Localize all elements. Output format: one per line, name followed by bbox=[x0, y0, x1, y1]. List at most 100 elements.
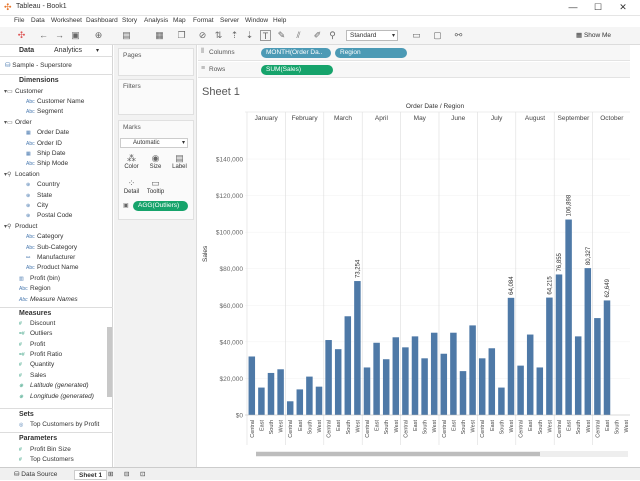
region-tick-label: Central bbox=[557, 420, 563, 438]
month-header: June bbox=[451, 115, 465, 122]
region-tick-label: Central bbox=[442, 420, 448, 438]
y-tick-label: $140,000 bbox=[216, 157, 243, 164]
bar bbox=[574, 336, 582, 415]
region-tick-label: East bbox=[413, 420, 419, 431]
bar bbox=[411, 336, 419, 415]
bar bbox=[517, 365, 524, 415]
region-tick-label: South bbox=[499, 420, 505, 434]
month-header: September bbox=[558, 115, 591, 122]
month-header: February bbox=[292, 115, 319, 122]
y-tick-label: $40,000 bbox=[220, 339, 244, 346]
region-tick-label: West bbox=[432, 420, 438, 433]
y-tick-label: $20,000 bbox=[220, 376, 244, 383]
region-tick-label: East bbox=[490, 420, 496, 431]
bar bbox=[469, 325, 476, 415]
y-tick-label: $100,000 bbox=[216, 230, 243, 237]
month-header: April bbox=[375, 115, 389, 122]
bar bbox=[373, 342, 380, 415]
data-label: 76,855 bbox=[557, 252, 563, 271]
region-tick-label: South bbox=[461, 420, 467, 434]
region-tick-label: Central bbox=[288, 420, 294, 438]
region-tick-label: South bbox=[307, 420, 313, 434]
bar bbox=[594, 318, 601, 415]
bar bbox=[488, 348, 496, 415]
data-label: 106,898 bbox=[567, 194, 573, 216]
bar bbox=[296, 389, 304, 415]
bar bbox=[536, 367, 544, 415]
bar bbox=[402, 347, 409, 415]
region-tick-label: South bbox=[423, 420, 429, 434]
region-tick-label: Central bbox=[327, 420, 333, 438]
region-tick-label: East bbox=[298, 420, 304, 431]
region-tick-label: Central bbox=[519, 420, 525, 438]
region-tick-label: Central bbox=[365, 420, 371, 438]
data-label: 64,084 bbox=[509, 276, 515, 295]
region-tick-label: East bbox=[605, 420, 611, 431]
bar bbox=[344, 316, 352, 415]
bar bbox=[392, 337, 400, 415]
bar bbox=[440, 353, 448, 415]
bar bbox=[325, 340, 332, 415]
region-tick-label: East bbox=[451, 420, 457, 431]
new-sheet-icon[interactable]: ⊞ bbox=[104, 470, 117, 480]
region-tick-label: East bbox=[375, 420, 381, 431]
region-tick-label: South bbox=[538, 420, 544, 434]
y-tick-label: $120,000 bbox=[216, 193, 243, 200]
new-story-icon[interactable]: ⊡ bbox=[136, 470, 149, 480]
region-tick-label: Central bbox=[250, 420, 256, 438]
region-tick-label: West bbox=[509, 420, 515, 433]
status-bar: ⛁ Data Source Sheet 1 ⊞ ⊟ ⊡ bbox=[0, 467, 640, 480]
y-tick-label: $60,000 bbox=[220, 303, 244, 310]
bar bbox=[430, 332, 438, 415]
month-header: March bbox=[334, 115, 352, 122]
bar bbox=[382, 359, 390, 415]
region-tick-label: East bbox=[259, 420, 265, 431]
region-tick-label: East bbox=[567, 420, 573, 431]
bar bbox=[555, 274, 563, 415]
region-tick-label: West bbox=[394, 420, 400, 433]
data-label: 64,215 bbox=[547, 276, 553, 295]
bar bbox=[498, 387, 505, 415]
bar bbox=[450, 332, 457, 415]
bar bbox=[603, 300, 611, 415]
region-tick-label: West bbox=[355, 420, 361, 433]
region-tick-label: West bbox=[471, 420, 477, 433]
region-tick-label: West bbox=[317, 420, 323, 433]
region-tick-label: South bbox=[384, 420, 390, 434]
region-tick-label: West bbox=[624, 420, 630, 433]
month-header: October bbox=[600, 115, 624, 122]
region-tick-label: South bbox=[615, 420, 621, 434]
region-tick-label: Central bbox=[595, 420, 601, 438]
month-header: May bbox=[414, 115, 427, 122]
bar bbox=[315, 386, 323, 415]
bar bbox=[248, 356, 256, 415]
data-label: 73,254 bbox=[355, 259, 361, 278]
bar-chart: $140,000 $120,000 $100,000 $80,000 $60,000 $4… bbox=[216, 111, 630, 445]
region-tick-label: East bbox=[528, 420, 534, 431]
bar bbox=[334, 349, 342, 415]
month-header: January bbox=[255, 115, 279, 122]
bar bbox=[363, 367, 371, 415]
bar bbox=[546, 297, 553, 415]
bar bbox=[277, 369, 284, 415]
data-label: 80,327 bbox=[586, 246, 592, 265]
bar bbox=[584, 268, 592, 415]
tab-data-source[interactable]: ⛁ Data Source bbox=[10, 470, 61, 480]
region-tick-label: Central bbox=[480, 420, 486, 438]
bar bbox=[421, 358, 428, 415]
horizontal-scrollbar[interactable] bbox=[256, 451, 628, 457]
tab-sheet-1[interactable]: Sheet 1 bbox=[74, 470, 108, 480]
bar bbox=[286, 401, 294, 415]
region-tick-label: West bbox=[279, 420, 285, 433]
month-header: July bbox=[491, 115, 503, 122]
region-tick-label: South bbox=[576, 420, 582, 434]
region-tick-label: South bbox=[346, 420, 352, 434]
bar bbox=[306, 376, 313, 415]
scrollbar-thumb[interactable] bbox=[256, 452, 540, 456]
bar bbox=[478, 358, 486, 415]
region-tick-label: West bbox=[586, 420, 592, 433]
region-tick-label: East bbox=[336, 420, 342, 431]
new-dashboard-icon[interactable]: ⊟ bbox=[120, 470, 133, 480]
region-tick-label: Central bbox=[403, 420, 409, 438]
bar bbox=[507, 297, 515, 415]
